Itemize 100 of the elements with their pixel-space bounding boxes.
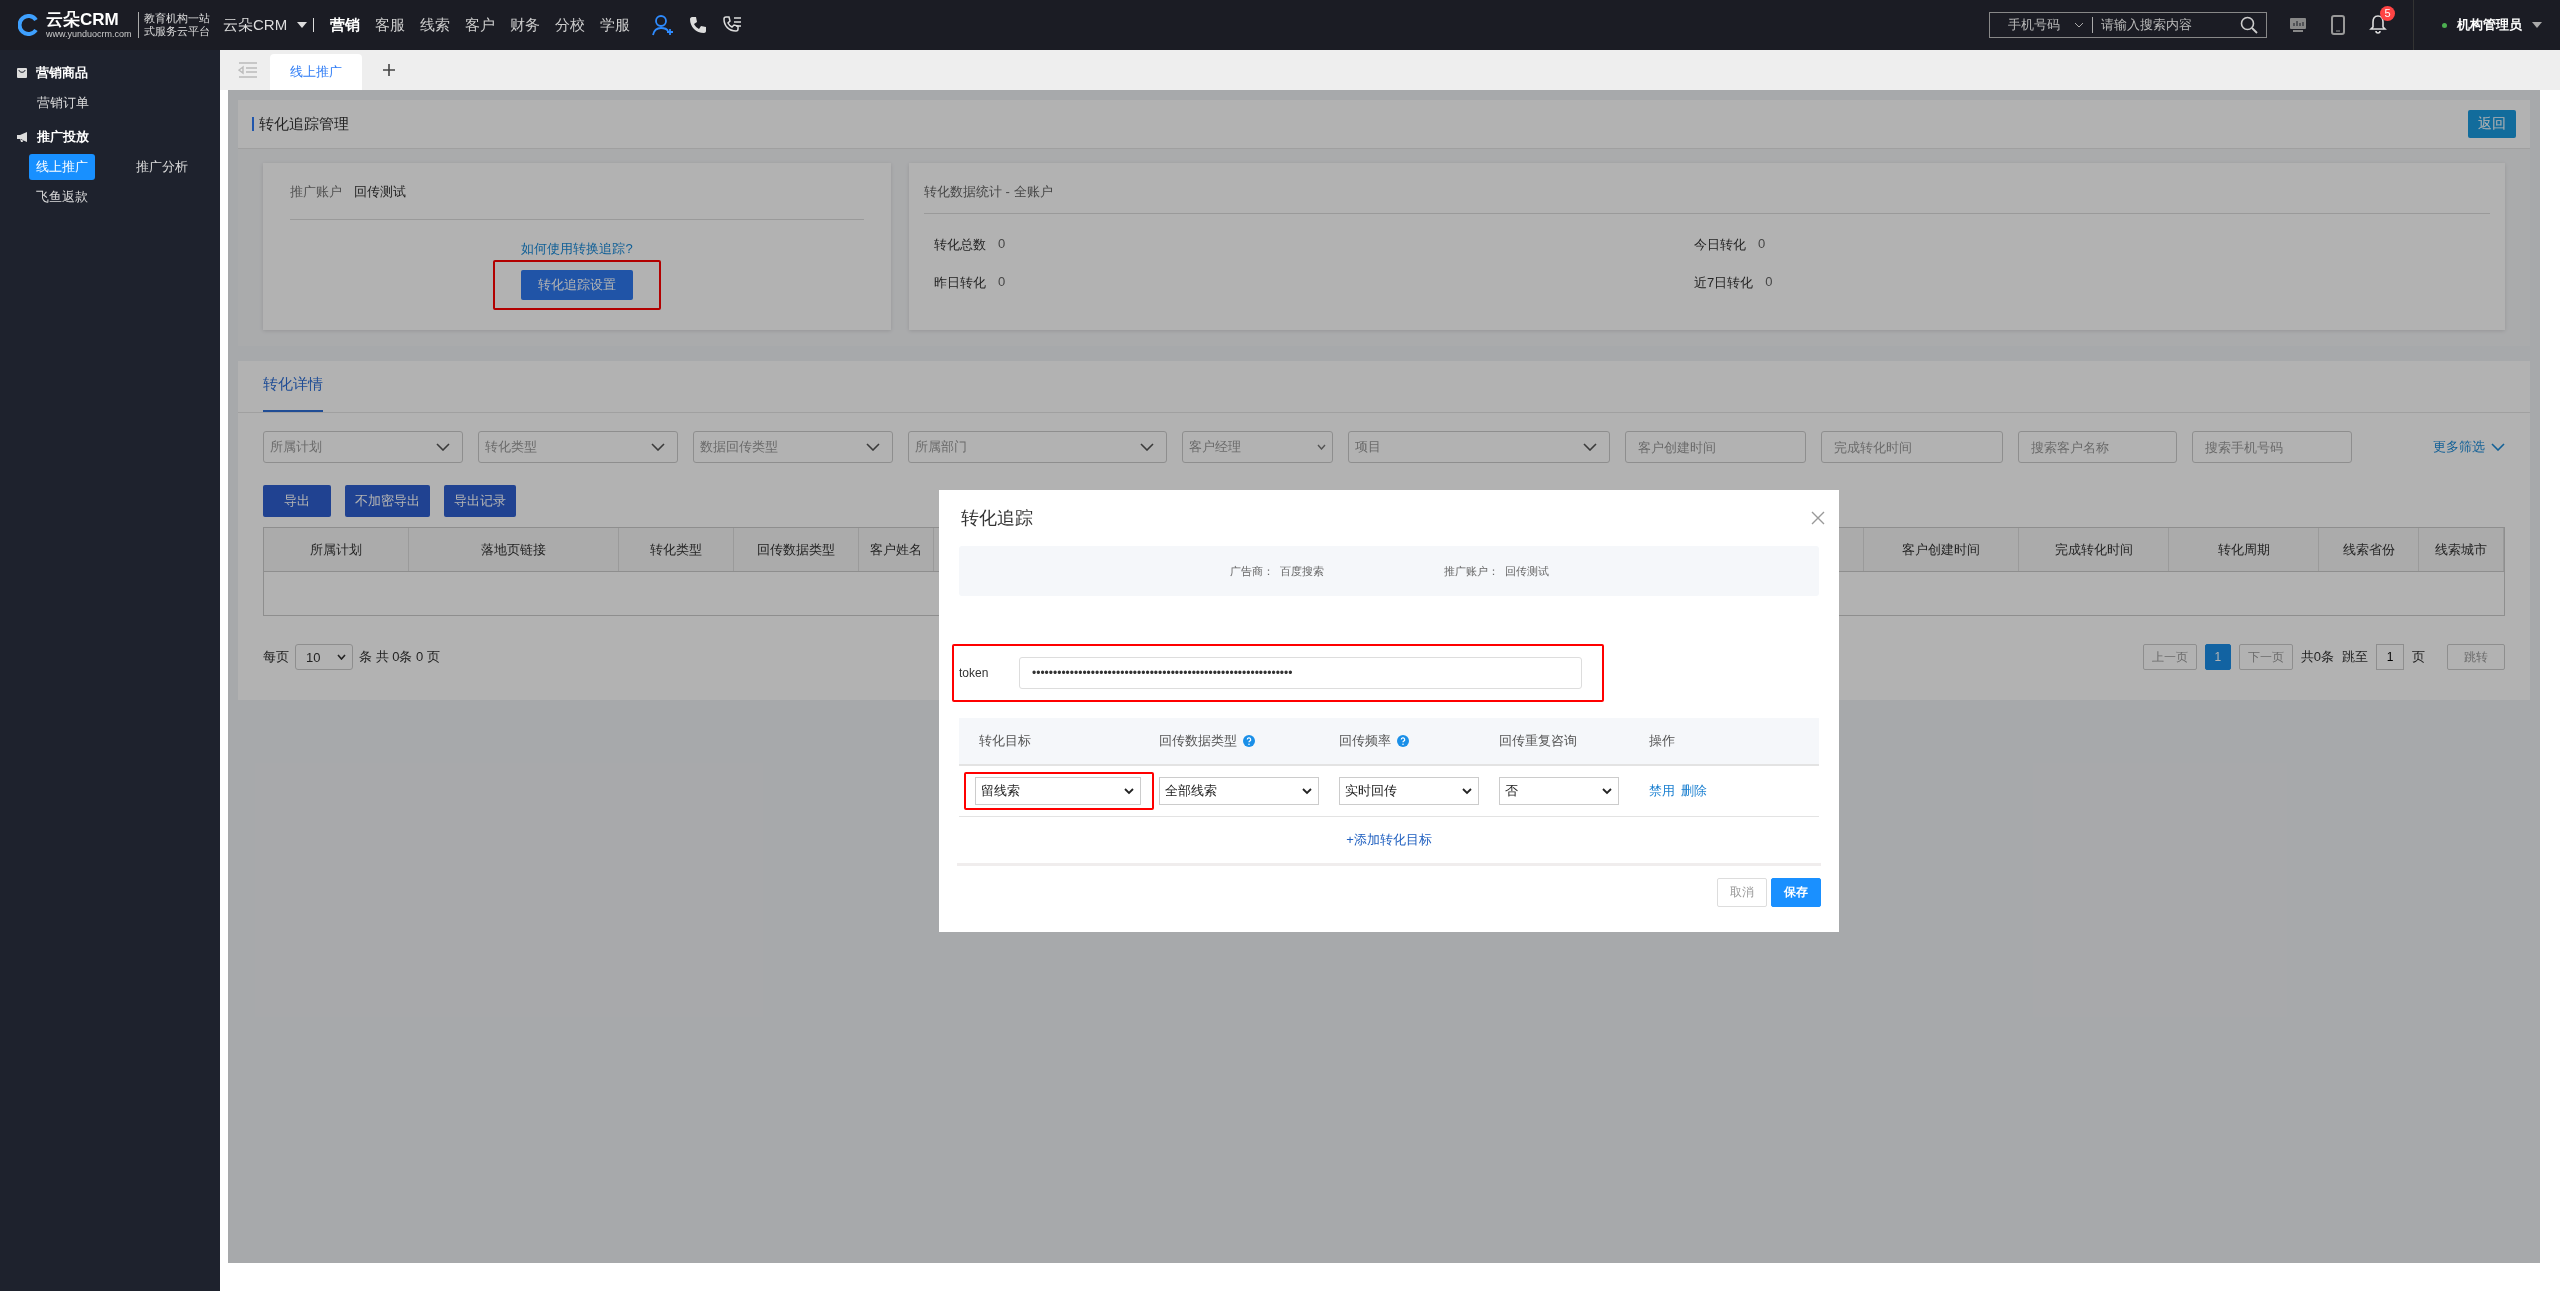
monitor-icon[interactable] xyxy=(2289,17,2307,33)
help-icon[interactable] xyxy=(1397,735,1409,747)
filter-dropdown[interactable]: 所属部门 xyxy=(908,431,1167,463)
help-link[interactable]: 如何使用转换追踪? xyxy=(521,240,633,258)
stat-value: 0 xyxy=(998,274,1006,291)
token-field[interactable]: •••••••••••••••••••••••••••••••••••••••••••••••••••••••••••••• xyxy=(1019,657,1582,689)
page-number[interactable]: 1 xyxy=(2204,644,2231,670)
filter-field[interactable]: 完成转化时间 xyxy=(1821,431,2003,463)
column-header: 客户创建时间 xyxy=(1864,528,2019,571)
nav-item[interactable]: 客户 xyxy=(465,15,496,35)
megaphone-icon xyxy=(16,131,29,143)
sidebar-item[interactable]: 线上推广 xyxy=(29,154,95,180)
filter-field[interactable]: 搜索手机号码 xyxy=(2192,431,2352,463)
data-type-select[interactable]: 全部线索 xyxy=(1159,777,1319,805)
section-tab[interactable]: 转化详情 xyxy=(263,361,323,412)
search-icon[interactable] xyxy=(2240,16,2258,34)
column-header: 所属计划 xyxy=(264,528,409,571)
nav-item[interactable]: 线索 xyxy=(420,15,451,35)
repeat-select[interactable]: 否 xyxy=(1499,777,1619,805)
export-button[interactable]: 导出 xyxy=(263,485,331,517)
logo-text: 云朵CRM xyxy=(46,11,120,29)
jump-page-field[interactable]: 1 xyxy=(2376,644,2404,670)
column-header: 客户姓名 xyxy=(859,528,934,571)
column-header: 完成转化时间 xyxy=(2019,528,2169,571)
online-status-dot xyxy=(2442,22,2447,28)
action-link[interactable]: 禁用 xyxy=(1649,782,1675,800)
page-size-select[interactable]: 10 xyxy=(295,644,353,670)
stat-label: 昨日转化 xyxy=(934,274,986,292)
logo-slogan: 教育机构一站 xyxy=(143,12,210,25)
filter-select[interactable]: 客户经理 xyxy=(1182,431,1333,463)
nav-item[interactable]: 营销 xyxy=(330,15,361,35)
phone-icon[interactable] xyxy=(688,15,709,35)
nav-item[interactable]: 学服 xyxy=(600,15,631,35)
filter-field[interactable]: 客户创建时间 xyxy=(1625,431,1806,463)
export-button[interactable]: 不加密导出 xyxy=(345,485,430,517)
target-select[interactable]: 留线索 xyxy=(975,777,1141,805)
close-icon[interactable] xyxy=(1811,511,1825,525)
product-switcher[interactable]: 云朵CRM xyxy=(223,15,288,35)
nav-item[interactable]: 分校 xyxy=(555,15,586,35)
stat-value: 0 xyxy=(1765,274,1773,291)
help-icon[interactable] xyxy=(1243,735,1255,747)
export-button[interactable]: 导出记录 xyxy=(444,485,516,517)
frequency-select[interactable]: 实时回传 xyxy=(1339,777,1479,805)
chevron-down-icon xyxy=(1124,787,1134,795)
action-link[interactable]: 删除 xyxy=(1681,782,1707,800)
sidebar-item[interactable]: 营销订单 xyxy=(29,90,96,116)
filter-field[interactable]: 搜索客户名称 xyxy=(2018,431,2177,463)
setup-button[interactable]: 转化追踪设置 xyxy=(521,270,633,300)
chevron-down-icon xyxy=(337,654,346,660)
bell-icon[interactable] xyxy=(2369,13,2387,34)
sidebar-item[interactable]: 推广分析 xyxy=(129,154,195,180)
sidebar-item[interactable]: 飞鱼返款 xyxy=(29,184,95,210)
filter-dropdown[interactable]: 所属计划 xyxy=(263,431,463,463)
caret-down-icon xyxy=(2532,22,2542,28)
stat-label: 近7日转化 xyxy=(1694,274,1754,292)
stat-label: 今日转化 xyxy=(1694,236,1746,254)
stat-value: 0 xyxy=(998,236,1006,253)
notification-badge: 5 xyxy=(2380,5,2395,21)
back-button[interactable]: 返回 xyxy=(2468,110,2516,138)
search-field[interactable]: 手机号码 请输入搜索内容 xyxy=(1989,12,2267,38)
chevron-down-icon xyxy=(1583,443,1597,451)
chevron-down-icon xyxy=(1302,787,1312,795)
chevron-down-icon xyxy=(2074,22,2084,28)
page-summary: 条 共 0条 0 页 xyxy=(359,648,440,666)
nav-item[interactable]: 财务 xyxy=(510,15,541,35)
add-target-link[interactable]: +添加转化目标 xyxy=(1346,832,1432,847)
chevron-down-icon xyxy=(2491,443,2505,451)
jump-label: 跳至 xyxy=(2342,648,2368,666)
chevron-down-icon xyxy=(866,443,880,451)
filter-dropdown[interactable]: 数据回传类型 xyxy=(693,431,893,463)
more-filters-link[interactable]: 更多筛选 xyxy=(2433,438,2485,456)
search-type: 手机号码 xyxy=(2008,16,2060,34)
nav-item[interactable]: 客服 xyxy=(375,15,406,35)
page-tab[interactable]: 线上推广 xyxy=(270,54,362,90)
page-unit: 页 xyxy=(2412,648,2425,666)
chevron-down-icon xyxy=(1602,787,1612,795)
phone-list-icon[interactable] xyxy=(722,15,743,35)
token-label: token xyxy=(959,666,990,680)
logo-slogan: 式服务云平台 xyxy=(143,25,210,38)
filter-dropdown[interactable]: 转化类型 xyxy=(478,431,678,463)
sidebar-group[interactable]: 营销商品 xyxy=(36,64,88,82)
chevron-down-icon xyxy=(436,443,450,451)
page-title: 转化追踪管理 xyxy=(259,114,349,134)
plus-icon[interactable] xyxy=(382,63,396,77)
cancel-button[interactable]: 取消 xyxy=(1717,878,1767,907)
user-add-icon[interactable] xyxy=(652,14,675,36)
column-header: 转化类型 xyxy=(619,528,734,571)
user-menu[interactable]: 机构管理员 xyxy=(2457,16,2522,34)
filter-dropdown[interactable]: 项目 xyxy=(1348,431,1610,463)
column-header: 转化目标 xyxy=(979,732,1031,750)
save-button[interactable]: 保存 xyxy=(1771,878,1821,907)
jump-button[interactable]: 跳转 xyxy=(2447,644,2505,670)
column-header: 回传重复咨询 xyxy=(1499,732,1577,750)
info-text: 广告商： 百度搜索 xyxy=(1229,563,1324,579)
tablet-icon[interactable] xyxy=(2331,15,2345,35)
column-header: 操作 xyxy=(1649,732,1675,750)
info-text: 推广账户： 回传测试 xyxy=(1443,563,1549,579)
stats-title: 转化数据统计 - 全账户 xyxy=(924,183,2490,214)
caret-down-icon xyxy=(297,22,308,28)
sidebar-group[interactable]: 推广投放 xyxy=(37,128,89,146)
